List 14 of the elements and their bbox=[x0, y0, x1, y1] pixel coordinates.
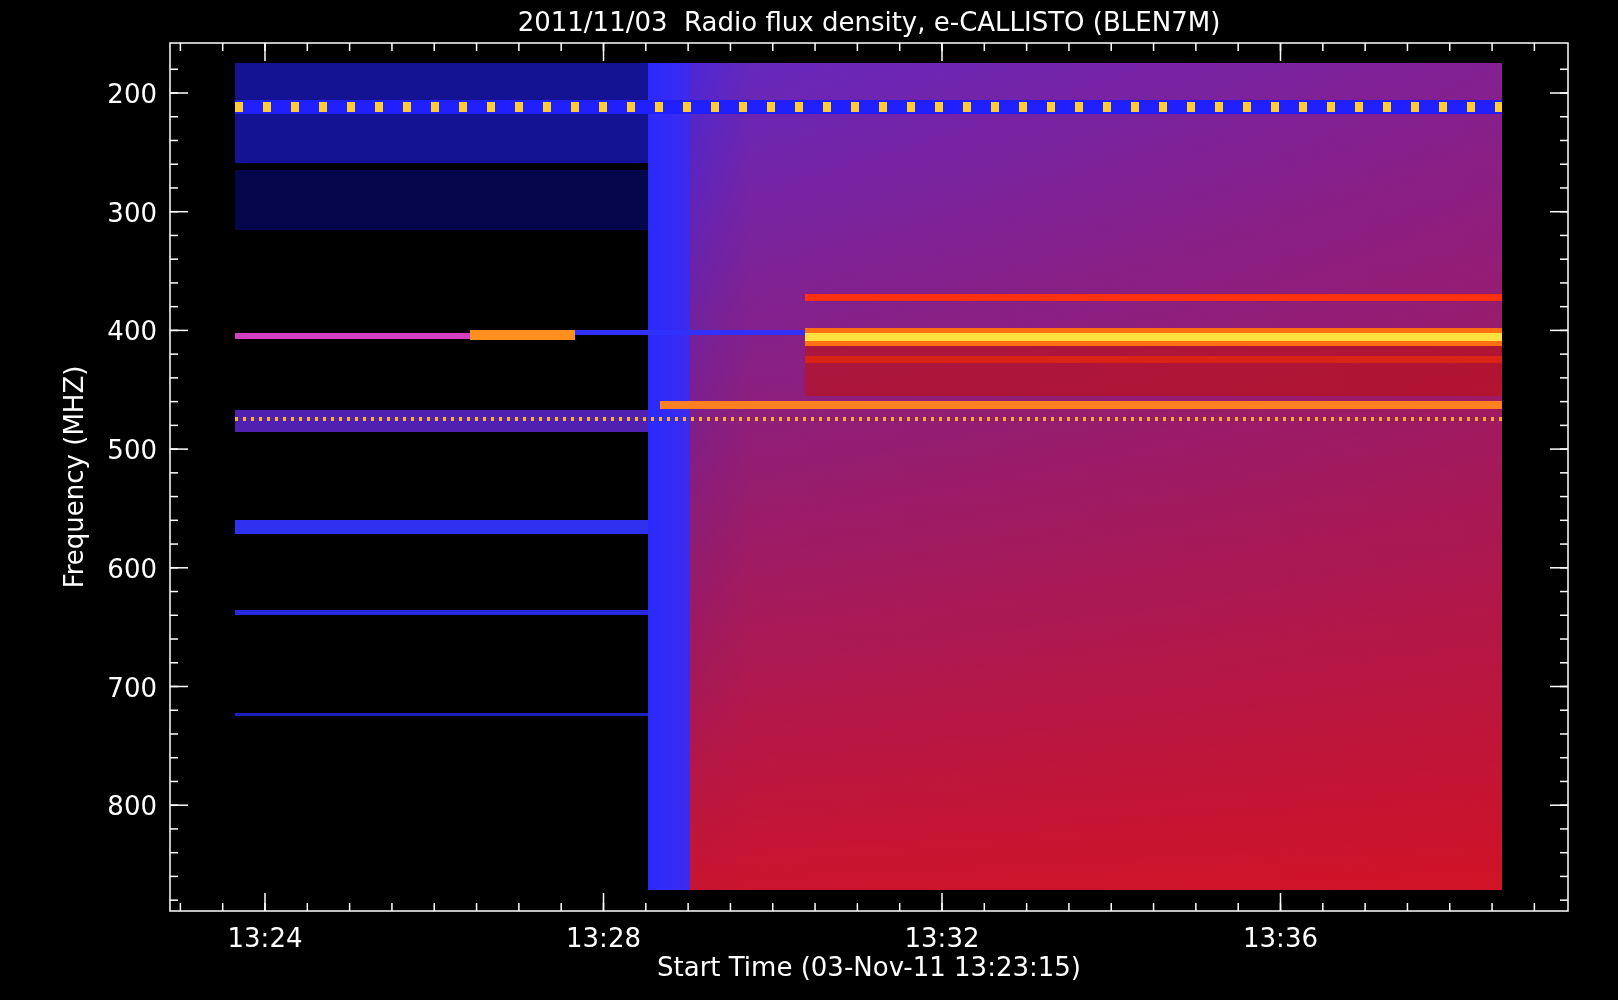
tick-label: 13:32 bbox=[904, 923, 980, 953]
chart-title: 2011/11/03 Radio flux density, e-CALLISTO (BLEN7M) bbox=[517, 7, 1221, 37]
axis-label: Frequency (MHZ) bbox=[59, 365, 89, 589]
tick-label: 300 bbox=[107, 197, 157, 228]
tick-label: 600 bbox=[107, 553, 157, 584]
tick-label: 200 bbox=[107, 79, 157, 109]
tick-label: 13:36 bbox=[1243, 923, 1318, 953]
tick-label: 800 bbox=[107, 791, 157, 822]
tick-label: 13:24 bbox=[227, 923, 303, 953]
tick-label: 400 bbox=[107, 316, 157, 347]
tick-label: 700 bbox=[107, 672, 157, 703]
tick-label: 13:28 bbox=[566, 923, 641, 953]
tick-label: 500 bbox=[107, 435, 157, 466]
axis-label: Start Time (03-Nov-11 13:23:15) bbox=[657, 952, 1081, 982]
